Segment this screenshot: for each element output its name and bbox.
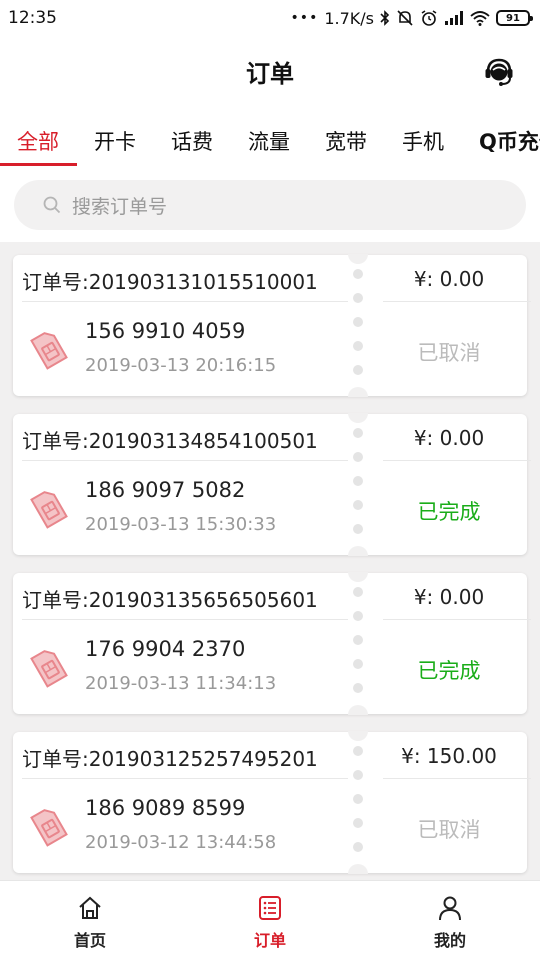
phone-number: 176 9904 2370: [85, 637, 246, 661]
order-summary: ¥: 150.00 已取消: [371, 732, 531, 873]
divider: [22, 460, 348, 461]
divider: [22, 619, 348, 620]
bottom-navigation: 首页 订单 我的: [0, 880, 540, 960]
tab-all[interactable]: 全部: [17, 126, 59, 156]
more-dots: •••: [290, 10, 319, 26]
signal-icon: [444, 10, 464, 26]
order-info: 订单号:201903134854100501 186 9097 5082 201…: [13, 414, 358, 555]
mute-icon: [396, 9, 414, 27]
nav-home[interactable]: 首页: [0, 881, 180, 960]
order-status: 已完成: [417, 500, 481, 524]
divider: [22, 301, 348, 302]
order-status: 已取消: [417, 818, 481, 842]
customer-service-icon[interactable]: [484, 56, 514, 88]
divider: [383, 619, 531, 620]
status-time: 12:35: [8, 8, 57, 28]
sim-card-icon: [29, 645, 69, 689]
order-info: 订单号:201903131015510001 156 9910 4059 201…: [13, 255, 358, 396]
category-tabs: 全部 开卡 话费 流量 宽带 手机 Q币充值: [0, 108, 540, 170]
order-card[interactable]: 订单号:201903135656505601 176 9904 2370 201…: [13, 572, 531, 715]
tab-open-card[interactable]: 开卡: [94, 126, 136, 156]
status-indicators: ••• 1.7K/s 91: [290, 8, 533, 28]
order-info: 订单号:201903135656505601 176 9904 2370 201…: [13, 573, 358, 714]
status-bar: 12:35 ••• 1.7K/s 91: [0, 0, 540, 36]
order-time: 2019-03-13 11:34:13: [85, 673, 277, 694]
tab-broadband[interactable]: 宽带: [325, 126, 367, 156]
divider: [383, 301, 531, 302]
order-card[interactable]: 订单号:201903134854100501 186 9097 5082 201…: [13, 413, 531, 556]
sim-card-icon: [29, 327, 69, 371]
order-number: 订单号:201903125257495201: [22, 747, 318, 771]
tab-q-coin[interactable]: Q币充值: [479, 126, 540, 156]
order-info: 订单号:201903125257495201 186 9089 8599 201…: [13, 732, 358, 873]
order-price: ¥: 0.00: [413, 267, 485, 291]
order-number: 订单号:201903131015510001: [22, 270, 318, 294]
nav-orders[interactable]: 订单: [180, 881, 360, 960]
user-icon: [437, 895, 463, 921]
order-card[interactable]: 订单号:201903125257495201 186 9089 8599 201…: [13, 731, 531, 874]
divider: [383, 778, 531, 779]
order-list-icon: [257, 895, 283, 921]
sim-card-icon: [29, 804, 69, 848]
order-time: 2019-03-13 20:16:15: [85, 355, 277, 376]
battery-icon: 91: [496, 10, 533, 26]
order-price: ¥: 0.00: [413, 426, 485, 450]
home-icon: [77, 895, 103, 921]
order-number: 订单号:201903135656505601: [22, 588, 318, 612]
alarm-icon: [420, 9, 438, 27]
order-number: 订单号:201903134854100501: [22, 429, 318, 453]
active-tab-indicator: [0, 163, 77, 166]
page-title: 订单: [246, 60, 294, 88]
search-icon: [42, 195, 62, 215]
tab-phone-bill[interactable]: 话费: [171, 126, 213, 156]
search-area: 搜索订单号: [0, 170, 540, 242]
nav-profile[interactable]: 我的: [360, 881, 540, 960]
order-time: 2019-03-13 15:30:33: [85, 514, 277, 535]
tab-data[interactable]: 流量: [248, 126, 290, 156]
order-status: 已完成: [417, 659, 481, 683]
tab-mobile[interactable]: 手机: [402, 126, 444, 156]
search-input[interactable]: 搜索订单号: [14, 180, 526, 230]
order-time: 2019-03-12 13:44:58: [85, 832, 277, 853]
nav-home-label: 首页: [73, 931, 106, 950]
divider: [22, 778, 348, 779]
sim-card-icon: [29, 486, 69, 530]
order-price: ¥: 150.00: [401, 744, 497, 768]
phone-number: 186 9089 8599: [85, 796, 246, 820]
order-summary: ¥: 0.00 已完成: [371, 573, 531, 714]
search-placeholder: 搜索订单号: [72, 195, 168, 218]
order-status: 已取消: [417, 341, 481, 365]
phone-number: 186 9097 5082: [85, 478, 246, 502]
order-summary: ¥: 0.00 已取消: [371, 255, 531, 396]
order-card[interactable]: 订单号:201903131015510001 156 9910 4059 201…: [13, 254, 531, 397]
app-header: 订单: [0, 36, 540, 108]
nav-profile-label: 我的: [433, 931, 466, 950]
bluetooth-icon: [380, 10, 390, 26]
wifi-icon: [470, 10, 490, 26]
order-list: 订单号:201903131015510001 156 9910 4059 201…: [0, 242, 540, 882]
network-speed: 1.7K/s: [324, 8, 374, 28]
phone-number: 156 9910 4059: [85, 319, 246, 343]
nav-orders-label: 订单: [253, 931, 286, 950]
order-price: ¥: 0.00: [413, 585, 485, 609]
divider: [383, 460, 531, 461]
order-summary: ¥: 0.00 已完成: [371, 414, 531, 555]
